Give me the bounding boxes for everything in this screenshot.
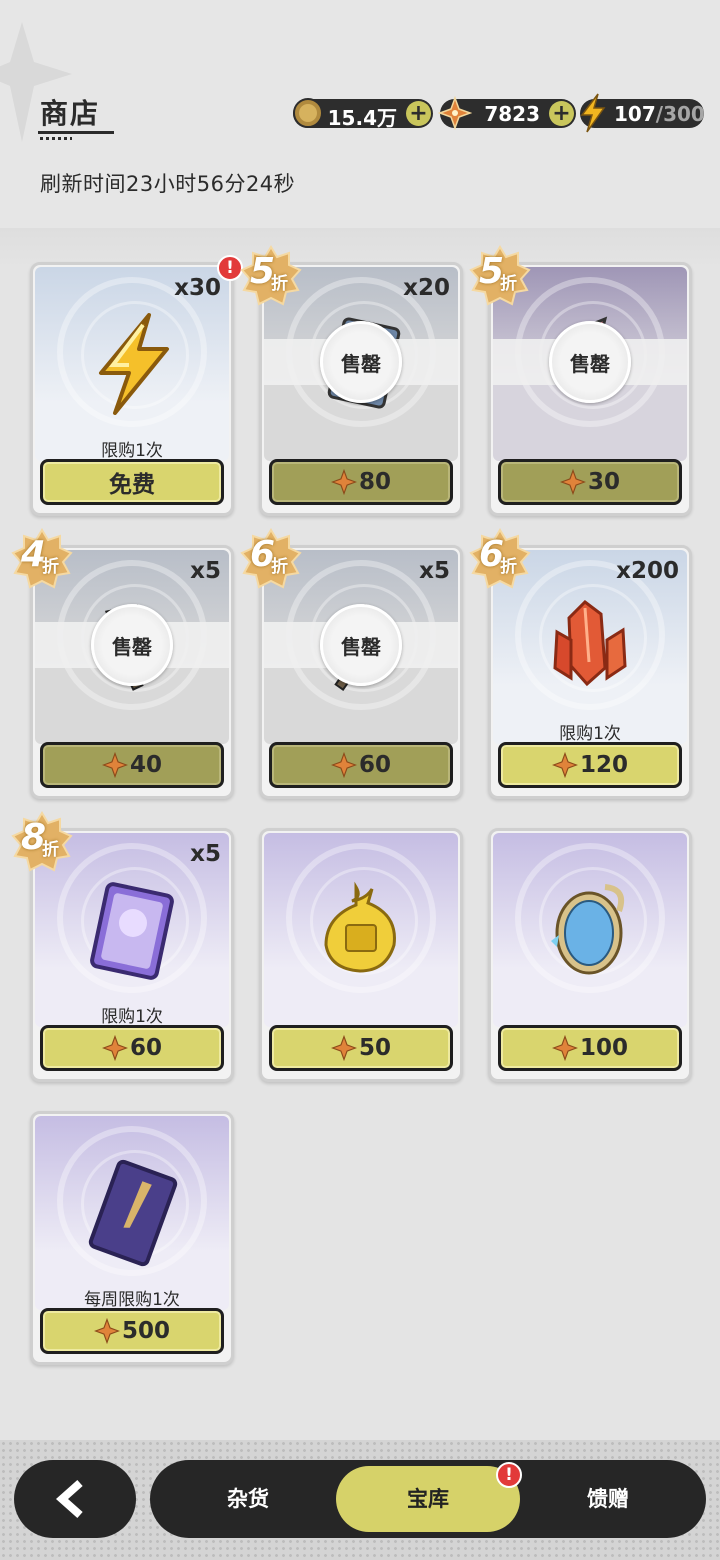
tab-bar: 杂货 宝库 馈赠 ! [150, 1460, 706, 1538]
shop-item-red-crystal[interactable]: x200 限购1次 120 6折 [469, 528, 692, 799]
shop-item-magic-mirror[interactable]: 100 [488, 828, 692, 1082]
sold-out-badge: 售罄 [320, 604, 402, 686]
sold-out-badge: 售罄 [91, 604, 173, 686]
price-label: 免费 [109, 472, 155, 498]
item-qty: x5 [190, 558, 221, 584]
item-art-bg [493, 833, 687, 1027]
add-gem-button[interactable]: + [549, 101, 574, 126]
discount-suffix: 折 [500, 274, 517, 294]
gem-currency: 7823 + [438, 96, 576, 130]
star-gem-icon [330, 752, 357, 778]
item-qty: x20 [403, 275, 450, 301]
discount-badge: 4折 [11, 528, 73, 590]
price-label: 30 [587, 469, 620, 495]
tab-vault[interactable]: 宝库 [336, 1466, 520, 1532]
title-dots [40, 137, 72, 140]
item-qty: x5 [419, 558, 450, 584]
golden-pouch-item-icon [324, 881, 396, 973]
stamina-value: 107/300 [614, 102, 705, 126]
discount-suffix: 折 [500, 557, 517, 577]
crystal-item-icon [553, 600, 627, 687]
buy-button[interactable]: 60 [40, 1025, 224, 1071]
star-gem-icon [330, 1035, 357, 1061]
purchase-limit: 限购1次 [101, 441, 163, 461]
purchase-limit: 限购1次 [101, 1007, 163, 1027]
title-underline [38, 131, 114, 134]
gold-currency: 15.4万 + [293, 98, 433, 130]
buy-button[interactable]: 80 [269, 459, 453, 505]
shop-item-pickaxe[interactable]: 售罄 x5 60 6折 [240, 528, 463, 799]
buy-button[interactable]: 免费 [40, 459, 224, 505]
page-title: 商店 [40, 97, 101, 130]
price-label: 60 [358, 752, 391, 778]
chevron-left-icon [55, 1480, 83, 1518]
refresh-timer: 刷新时间23小时56分24秒 [40, 172, 296, 196]
tab-alert-badge: ! [496, 1462, 522, 1488]
item-qty: x200 [616, 558, 679, 584]
sold-out-badge: 售罄 [549, 321, 631, 403]
buy-button[interactable]: 60 [269, 742, 453, 788]
lightning-icon [580, 93, 606, 133]
buy-button[interactable]: 40 [40, 742, 224, 788]
discount-suffix: 折 [271, 274, 288, 294]
buy-button[interactable]: 30 [498, 459, 682, 505]
item-qty: x30 [174, 275, 221, 301]
shop-item-blue-card[interactable]: 售罄 x20 80 5折 [240, 245, 463, 516]
sold-out-badge: 售罄 [320, 321, 402, 403]
buy-button[interactable]: 500 [40, 1308, 224, 1354]
price-label: 60 [129, 1035, 162, 1061]
star-gem-icon [101, 752, 128, 778]
gem-value: 7823 [484, 102, 540, 126]
shop-item-stamina[interactable]: x30 限购1次 免费 ! [30, 255, 243, 516]
price-label: 120 [579, 752, 628, 778]
mirror-item-icon [551, 884, 625, 975]
star-gem-icon [93, 1318, 120, 1344]
stamina-currency: 107/300 [580, 93, 705, 133]
star-gem-icon [438, 96, 472, 130]
item-art-bg [264, 833, 458, 1027]
price-label: 500 [121, 1318, 170, 1344]
star-gem-icon [551, 1035, 578, 1061]
discount-badge: 5折 [469, 245, 531, 307]
discount-suffix: 折 [42, 557, 59, 577]
item-qty: x5 [190, 841, 221, 867]
gold-value: 15.4万 [327, 106, 397, 130]
star-gem-icon [559, 469, 586, 495]
discount-badge: 6折 [240, 528, 302, 590]
discount-suffix: 折 [42, 840, 59, 860]
dagger-card-item-icon [88, 1159, 178, 1267]
shop-item-character-card[interactable]: x5 限购1次 60 8折 [11, 811, 234, 1082]
character-card-item-icon [90, 882, 174, 980]
shop-item-golden-pouch[interactable]: 50 [259, 828, 463, 1082]
gold-coin-icon [293, 98, 323, 128]
add-gold-button[interactable]: + [406, 101, 431, 126]
shop-item-hammer[interactable]: 售罄 x5 40 4折 [11, 528, 234, 799]
back-button[interactable] [14, 1460, 136, 1538]
discount-badge: 6折 [469, 528, 531, 590]
price-label: 50 [358, 1035, 391, 1061]
item-art-bg [35, 1116, 229, 1310]
purchase-limit: 限购1次 [559, 724, 621, 744]
star-gem-icon [551, 752, 578, 778]
discount-suffix: 折 [271, 557, 288, 577]
buy-button[interactable]: 100 [498, 1025, 682, 1071]
purchase-limit: 每周限购1次 [84, 1290, 180, 1310]
price-label: 80 [358, 469, 391, 495]
shop-item-dagger-card[interactable]: 每周限购1次 500 [30, 1111, 234, 1365]
buy-button[interactable]: 50 [269, 1025, 453, 1071]
shop-item-red-flask[interactable]: 售罄 30 5折 [469, 245, 692, 516]
discount-badge: 5折 [240, 245, 302, 307]
tab-gifts[interactable]: 馈赠 [516, 1466, 700, 1532]
price-label: 40 [129, 752, 162, 778]
lightning-item-icon [99, 313, 169, 415]
discount-badge: 8折 [11, 811, 73, 873]
price-label: 100 [579, 1035, 628, 1061]
star-gem-icon [101, 1035, 128, 1061]
tab-groceries[interactable]: 杂货 [156, 1466, 340, 1532]
star-gem-icon [330, 469, 357, 495]
buy-button[interactable]: 120 [498, 742, 682, 788]
